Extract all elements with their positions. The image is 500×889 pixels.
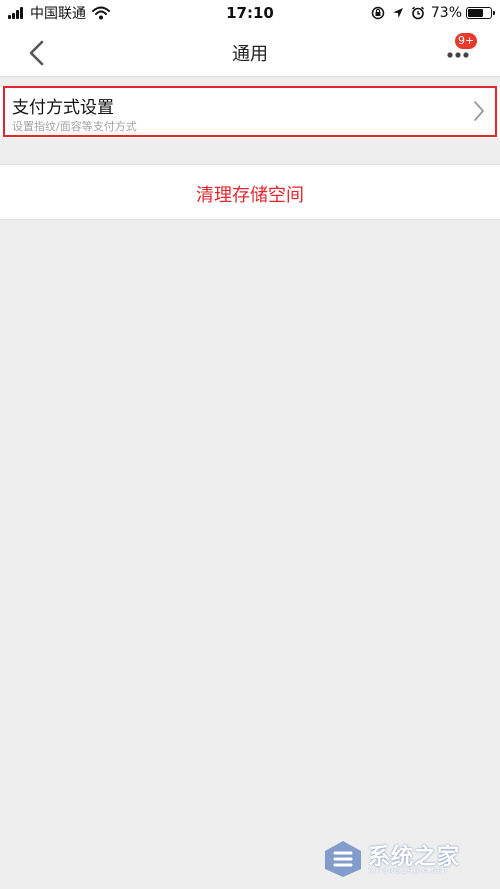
page-title: 通用 — [232, 44, 268, 65]
watermark-logo-icon — [325, 841, 361, 877]
watermark: 系统之家 XITONGZHIJIA.NET — [322, 837, 492, 883]
status-bar: 中国联通 17:10 73% — [0, 0, 500, 28]
payment-setting-subtitle: 设置指纹/面容等支付方式 — [12, 120, 137, 133]
notification-badge: 9+ — [455, 33, 478, 49]
nav-bar: 通用 9+ — [0, 28, 500, 77]
battery-icon — [466, 7, 495, 19]
battery-percent: 73% — [430, 5, 462, 21]
payment-method-setting[interactable]: 支付方式设置 设置指纹/面容等支付方式 — [0, 86, 500, 138]
chevron-right-icon — [474, 101, 484, 121]
watermark-subtext: XITONGZHIJIA.NET — [368, 867, 449, 875]
rotation-lock-icon — [371, 6, 385, 20]
clear-storage-label: 清理存储空间 — [196, 185, 304, 206]
location-icon — [392, 8, 403, 18]
battery-level — [468, 9, 483, 17]
clear-storage-button[interactable]: 清理存储空间 — [0, 164, 500, 220]
more-dots-icon — [447, 52, 469, 58]
payment-setting-title: 支付方式设置 — [12, 98, 114, 118]
more-button[interactable]: 9+ — [440, 33, 480, 70]
alarm-icon — [411, 6, 424, 20]
status-right: 73% — [365, 4, 495, 22]
